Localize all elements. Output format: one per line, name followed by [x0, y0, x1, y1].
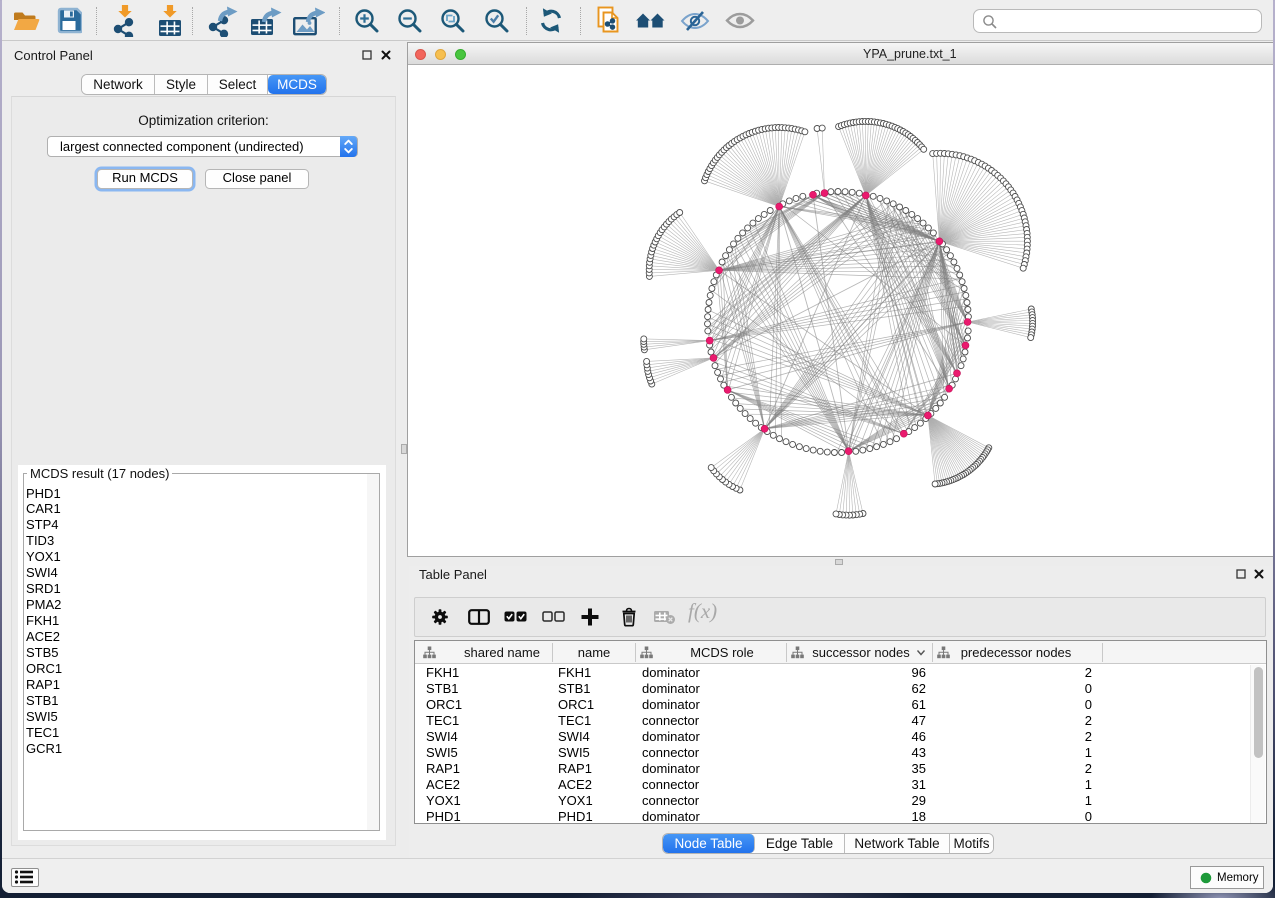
svg-text:f(x): f(x): [688, 601, 717, 623]
